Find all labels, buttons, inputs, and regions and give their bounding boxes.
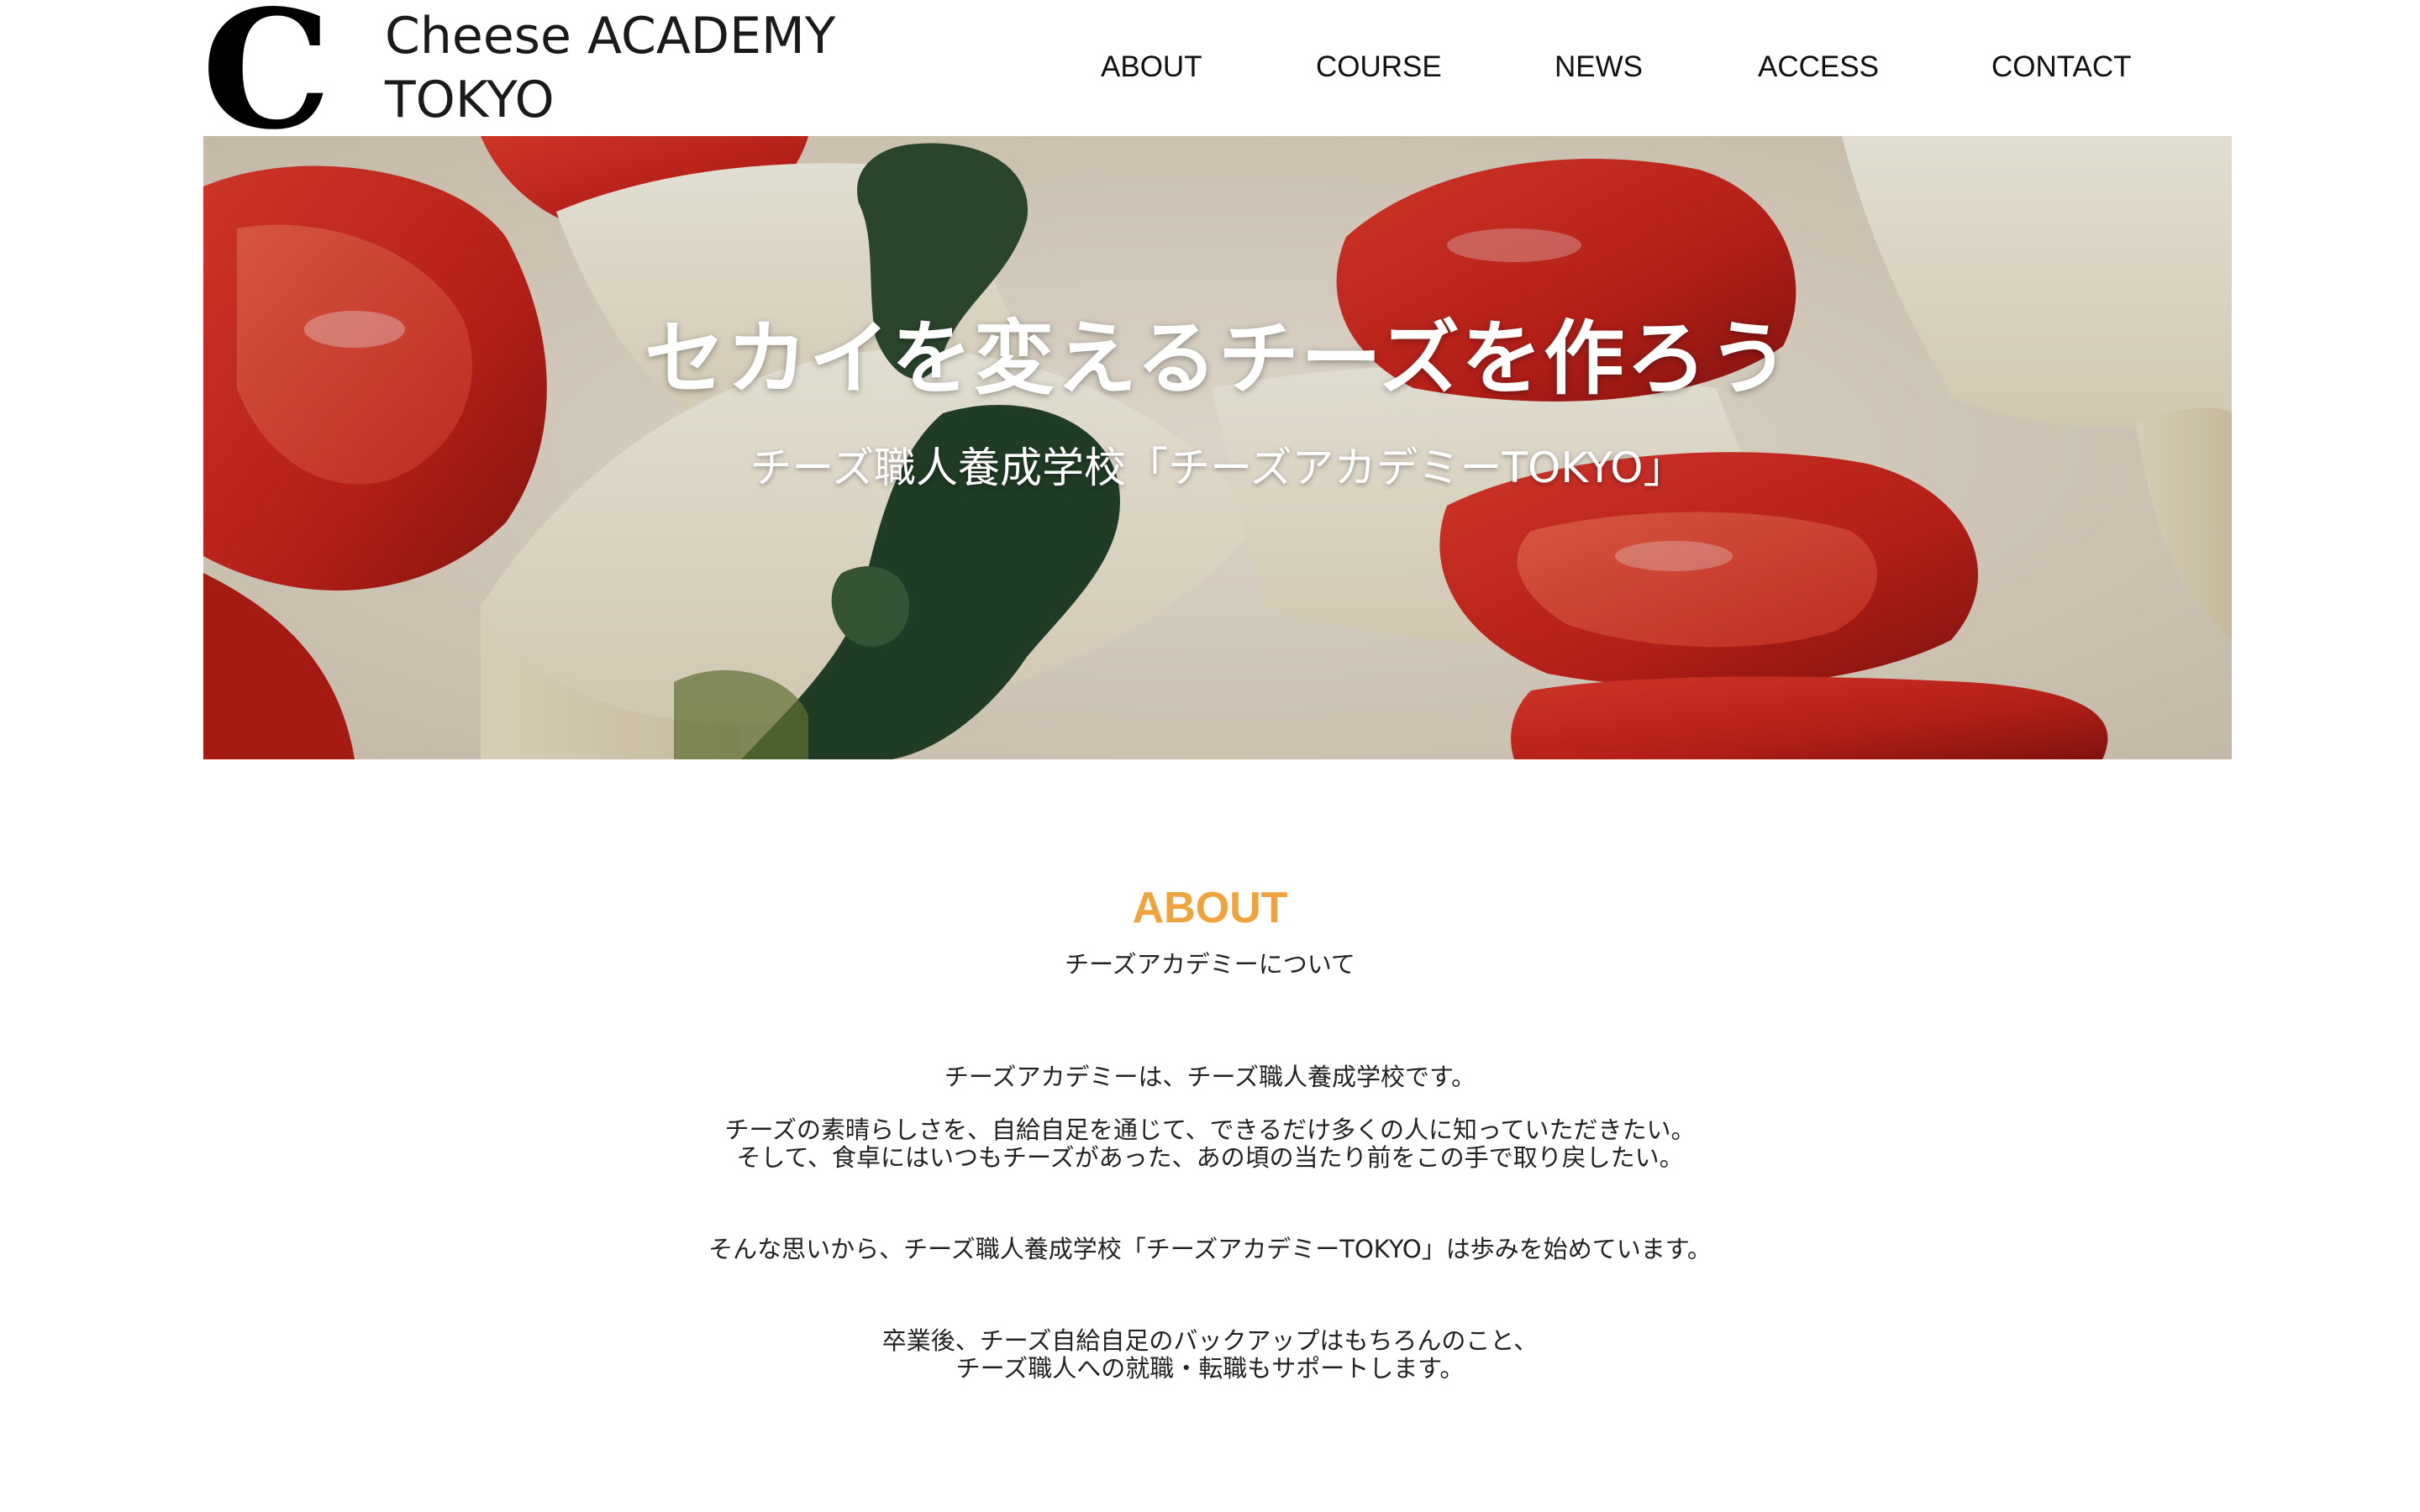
main-nav: ABOUT COURSE NEWS ACCESS CONTACT — [0, 44, 2420, 91]
nav-item-contact[interactable]: CONTACT — [1991, 44, 2132, 91]
about-line: 卒業後、チーズ自給自足のバックアップはもちろんのこと、 — [881, 1326, 1539, 1355]
about-paragraph: そんな思いから、チーズ職人養成学校「チーズアカデミーTOKYO」は歩みを始めてい… — [0, 1236, 2420, 1263]
about-line: そして、食卓にはいつもチーズがあった、あの頃の当たり前をこの手で取り戻したい。 — [736, 1143, 1684, 1172]
about-line: チーズ職人への就職・転職もサポートします。 — [955, 1354, 1465, 1383]
nav-item-course[interactable]: COURSE — [1316, 44, 1442, 91]
about-paragraph: チーズの素晴らしさを、自給自足を通じて、できるだけ多くの人に知っていただきたい。… — [0, 1116, 2420, 1172]
about-line: そんな思いから、チーズ職人養成学校「チーズアカデミーTOKYO」は歩みを始めてい… — [708, 1235, 1712, 1263]
about-paragraph: 卒業後、チーズ自給自足のバックアップはもちろんのこと、 チーズ職人への就職・転職… — [0, 1327, 2420, 1383]
about-body: チーズアカデミーは、チーズ職人養成学校です。 チーズの素晴らしさを、自給自足を通… — [0, 1063, 2420, 1383]
hero-title: セカイを変えるチーズを作ろう — [644, 312, 1791, 406]
about-heading: ABOUT — [1132, 884, 1288, 932]
about-line: チーズの素晴らしさを、自給自足を通じて、できるだけ多くの人に知っていただきたい。 — [724, 1116, 1696, 1144]
nav-item-about[interactable]: ABOUT — [1101, 44, 1202, 91]
about-line: チーズアカデミーは、チーズ職人養成学校です。 — [944, 1063, 1476, 1091]
site-header: C Cheese ACADEMY TOKYO ABOUT COURSE NEWS… — [0, 0, 2420, 151]
hero-subtitle: チーズ職人養成学校「チーズアカデミーTOKYO」 — [750, 444, 1686, 492]
about-subheading: チーズアカデミーについて — [1065, 950, 1355, 979]
nav-item-news[interactable]: NEWS — [1555, 44, 1643, 91]
about-paragraph: チーズアカデミーは、チーズ職人養成学校です。 — [0, 1063, 2420, 1091]
hero-banner: セカイを変えるチーズを作ろう チーズ職人養成学校「チーズアカデミーTOKYO」 — [203, 136, 2232, 759]
nav-item-access[interactable]: ACCESS — [1758, 44, 1879, 91]
about-section: ABOUT チーズアカデミーについて チーズアカデミーは、チーズ職人養成学校です… — [0, 870, 2420, 1383]
